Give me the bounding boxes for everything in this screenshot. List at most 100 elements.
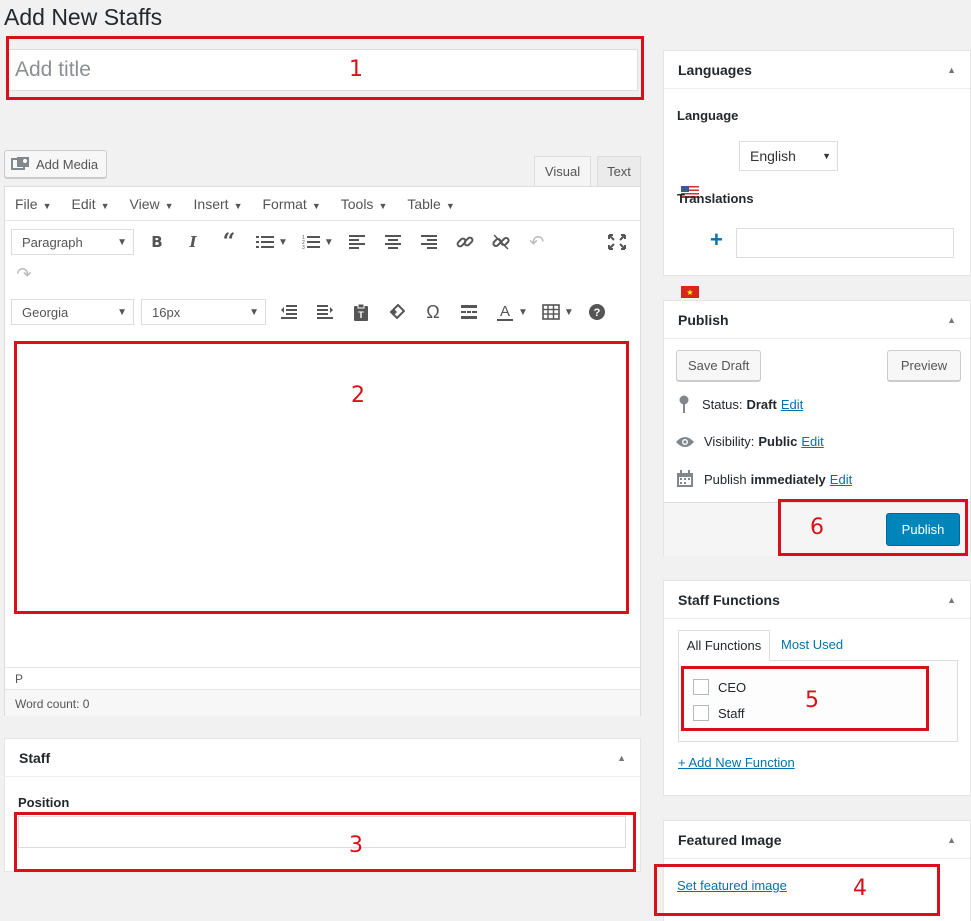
collapse-arrow-icon[interactable]: ▲ bbox=[617, 753, 626, 763]
menu-edit[interactable]: Edit ▼ bbox=[67, 196, 113, 212]
language-select[interactable]: English ▼ bbox=[739, 141, 838, 171]
caret-down-icon: ▼ bbox=[100, 200, 110, 211]
visibility-row: Visibility: Public Edit bbox=[675, 434, 824, 449]
annotation-number-3: 3 bbox=[349, 833, 363, 858]
menu-table[interactable]: Table ▼ bbox=[403, 196, 458, 212]
publish-header[interactable]: Publish ▲ bbox=[664, 301, 970, 339]
tab-text[interactable]: Text bbox=[597, 156, 641, 186]
svg-text:T: T bbox=[358, 310, 364, 320]
unlink-icon[interactable] bbox=[488, 229, 514, 255]
vietnam-flag-icon: ★ bbox=[681, 286, 699, 298]
caret-down-icon: ▼ bbox=[378, 200, 388, 211]
redo-icon[interactable]: ↷ bbox=[11, 261, 37, 287]
font-size-select[interactable]: 16px ▼ bbox=[141, 299, 266, 325]
menu-file[interactable]: File ▼ bbox=[11, 196, 55, 212]
horizontal-line-icon[interactable] bbox=[456, 299, 482, 325]
tab-visual[interactable]: Visual bbox=[534, 156, 591, 186]
add-translation-icon[interactable]: + bbox=[710, 227, 723, 253]
toolbar-row-2: Georgia ▼ 16px ▼ T Ω A ▼ ▼ ? bbox=[5, 299, 640, 325]
editor-path: P bbox=[5, 667, 640, 689]
caret-down-icon: ▼ bbox=[311, 200, 321, 211]
caret-down-icon: ▼ bbox=[164, 200, 174, 211]
special-character-icon[interactable]: Ω bbox=[420, 299, 446, 325]
schedule-row: Publish immediately Edit bbox=[676, 470, 852, 488]
bullet-list-icon[interactable] bbox=[252, 229, 278, 255]
edit-schedule-link[interactable]: Edit bbox=[830, 472, 852, 487]
caret-down-icon[interactable]: ▼ bbox=[564, 307, 574, 318]
caret-down-icon: ▼ bbox=[233, 200, 243, 211]
align-right-icon[interactable] bbox=[416, 229, 442, 255]
caret-down-icon: ▼ bbox=[445, 200, 455, 211]
add-media-button[interactable]: Add Media bbox=[4, 150, 108, 178]
annotation-box-3 bbox=[14, 812, 636, 872]
toolbar-row-redo: ↷ bbox=[5, 261, 640, 287]
editor-menubar: File ▼ Edit ▼ View ▼ Insert ▼ Format ▼ Tools ▼… bbox=[5, 187, 640, 221]
outdent-icon[interactable] bbox=[276, 299, 302, 325]
pin-icon bbox=[679, 395, 689, 413]
word-count: Word count: 0 bbox=[5, 689, 640, 716]
collapse-arrow-icon[interactable]: ▲ bbox=[947, 595, 956, 605]
edit-status-link[interactable]: Edit bbox=[781, 397, 803, 412]
languages-header[interactable]: Languages ▲ bbox=[664, 51, 970, 89]
annotation-number-2: 2 bbox=[351, 383, 365, 408]
font-family-select[interactable]: Georgia ▼ bbox=[11, 299, 134, 325]
languages-box: Languages ▲ Language English ▼ Translation… bbox=[663, 50, 971, 298]
language-label: Language bbox=[677, 108, 739, 123]
caret-down-icon: ▼ bbox=[117, 236, 127, 248]
translations-label: Translations bbox=[677, 191, 754, 206]
collapse-arrow-icon[interactable]: ▲ bbox=[947, 65, 956, 75]
align-center-icon[interactable] bbox=[380, 229, 406, 255]
menu-view[interactable]: View ▼ bbox=[126, 196, 178, 212]
menu-insert[interactable]: Insert ▼ bbox=[190, 196, 247, 212]
italic-icon[interactable]: I bbox=[180, 229, 206, 255]
annotation-number-4: 4 bbox=[853, 876, 867, 901]
menu-format[interactable]: Format ▼ bbox=[258, 196, 324, 212]
annotation-box-4 bbox=[654, 864, 940, 916]
save-draft-button[interactable]: Save Draft bbox=[676, 350, 762, 381]
table-icon[interactable] bbox=[538, 299, 564, 325]
indent-icon[interactable] bbox=[312, 299, 338, 325]
format-select[interactable]: Paragraph ▼ bbox=[11, 229, 134, 255]
align-left-icon[interactable] bbox=[344, 229, 370, 255]
caret-down-icon: ▼ bbox=[117, 306, 127, 318]
link-icon[interactable] bbox=[452, 229, 478, 255]
annotation-number-6: 6 bbox=[810, 515, 824, 540]
text-color-icon[interactable]: A bbox=[492, 299, 518, 325]
menu-tools[interactable]: Tools ▼ bbox=[337, 196, 392, 212]
fullscreen-icon[interactable] bbox=[604, 229, 630, 255]
position-label: Position bbox=[18, 795, 70, 810]
featured-image-header[interactable]: Featured Image ▲ bbox=[664, 821, 970, 859]
clear-formatting-icon[interactable] bbox=[384, 299, 410, 325]
annotation-number-5: 5 bbox=[805, 688, 819, 713]
staff-functions-header[interactable]: Staff Functions ▲ bbox=[664, 581, 970, 619]
eye-icon bbox=[676, 436, 694, 447]
caret-down-icon[interactable]: ▼ bbox=[278, 237, 288, 248]
tab-most-used[interactable]: Most Used bbox=[781, 637, 843, 652]
bold-icon[interactable]: B bbox=[144, 229, 170, 255]
tab-all-functions[interactable]: All Functions bbox=[678, 630, 770, 661]
caret-down-icon: ▼ bbox=[822, 151, 831, 161]
help-icon[interactable]: ? bbox=[584, 299, 610, 325]
caret-down-icon[interactable]: ▼ bbox=[518, 307, 528, 318]
undo-icon[interactable]: ↶ bbox=[524, 229, 550, 255]
calendar-icon bbox=[677, 470, 693, 487]
staff-box-header[interactable]: Staff ▲ bbox=[5, 739, 640, 777]
paste-text-icon[interactable]: T bbox=[348, 299, 374, 325]
numbered-list-icon[interactable]: 123 bbox=[298, 229, 324, 255]
add-new-function-link[interactable]: + Add New Function bbox=[678, 755, 795, 770]
svg-text:?: ? bbox=[593, 307, 600, 319]
collapse-arrow-icon[interactable]: ▲ bbox=[947, 835, 956, 845]
page-title: Add New Staffs bbox=[4, 4, 163, 30]
status-row: Status: Draft Edit bbox=[678, 395, 803, 413]
add-media-label: Add Media bbox=[36, 156, 99, 172]
caret-down-icon: ▼ bbox=[42, 200, 52, 211]
edit-visibility-link[interactable]: Edit bbox=[801, 434, 823, 449]
translation-input[interactable] bbox=[736, 228, 954, 258]
blockquote-icon[interactable]: “ bbox=[216, 229, 242, 255]
caret-down-icon[interactable]: ▼ bbox=[324, 237, 334, 248]
annotation-box-1 bbox=[6, 36, 644, 100]
toolbar-row-1: Paragraph ▼ B I “ ▼ 123 ▼ ↶ bbox=[5, 229, 640, 255]
preview-button[interactable]: Preview bbox=[887, 350, 961, 381]
collapse-arrow-icon[interactable]: ▲ bbox=[947, 315, 956, 325]
caret-down-icon: ▼ bbox=[249, 306, 259, 318]
